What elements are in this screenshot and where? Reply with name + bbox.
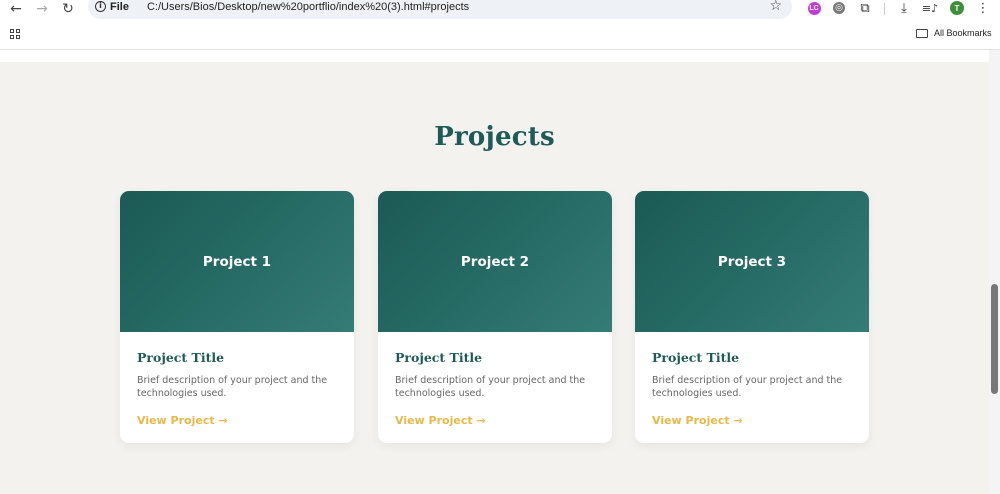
reload-button[interactable]: ↻ (55, 0, 81, 18)
downloads-button[interactable]: ⤓ (896, 0, 912, 16)
project-title: Project Title (652, 350, 740, 365)
project-card[interactable]: Project 1 Project Title Brief descriptio… (120, 191, 354, 443)
scrollbar-thumb[interactable] (991, 284, 998, 394)
project-description: Brief description of your project and th… (652, 375, 843, 399)
info-icon: i (95, 1, 106, 12)
extension-button[interactable]: ◎ (831, 0, 847, 16)
project-title: Project Title (137, 350, 225, 365)
browser-menu-button[interactable]: ⋮ (975, 0, 991, 16)
download-icon: ⤓ (901, 0, 907, 16)
reload-icon: ↻ (62, 1, 74, 17)
project-image: Project 1 (120, 191, 354, 332)
project-card-body: Project Title Brief description of your … (378, 332, 612, 427)
view-project-link[interactable]: View Project → (137, 414, 337, 427)
kebab-menu-icon: ⋮ (976, 0, 990, 16)
section-title: Projects (434, 122, 555, 152)
forward-button[interactable]: → (29, 0, 55, 18)
extension-lc-icon: LC (807, 1, 821, 15)
bookmark-star-icon[interactable]: ☆ (769, 0, 782, 14)
url-text[interactable]: C:/Users/Bios/Desktop/new%20portflio/ind… (147, 1, 469, 13)
project-description: Brief description of your project and th… (137, 375, 328, 399)
project-card-body: Project Title Brief description of your … (120, 332, 354, 427)
all-bookmarks-button[interactable]: All Bookmarks (916, 28, 992, 38)
project-image: Project 2 (378, 191, 612, 332)
project-image-label: Project 3 (717, 253, 787, 270)
apps-grid-icon[interactable] (10, 29, 20, 39)
puzzle-icon: ⧉ (860, 0, 870, 16)
project-card[interactable]: Project 3 Project Title Brief descriptio… (635, 191, 869, 443)
site-info-label: File (110, 0, 129, 13)
view-project-link[interactable]: View Project → (395, 414, 595, 427)
avatar: T (950, 1, 964, 15)
extension-circle-icon: ◎ (833, 2, 845, 14)
all-bookmarks-label: All Bookmarks (934, 28, 992, 38)
project-image-label: Project 2 (460, 253, 530, 270)
toolbar-border (0, 49, 1000, 50)
project-title: Project Title (395, 350, 483, 365)
browser-toolbar: ← → ↻ i File C:/Users/Bios/Desktop/new%2… (0, 0, 1000, 19)
view-project-link[interactable]: View Project → (652, 414, 852, 427)
project-image: Project 3 (635, 191, 869, 332)
extensions-puzzle-button[interactable]: ⧉ (857, 0, 873, 16)
folder-icon (916, 28, 928, 38)
project-description: Brief description of your project and th… (395, 375, 586, 399)
page-scrollbar[interactable] (989, 50, 1000, 494)
arrow-left-icon: ← (10, 1, 22, 17)
project-image-label: Project 1 (202, 253, 272, 270)
project-card[interactable]: Project 2 Project Title Brief descriptio… (378, 191, 612, 443)
toolbar-divider (884, 3, 885, 15)
media-control-button[interactable]: ≡♪ (922, 0, 938, 16)
site-info-button[interactable]: i File (95, 0, 135, 16)
projects-section: Projects Project 1 Project Title Brief d… (0, 62, 989, 494)
project-card-body: Project Title Brief description of your … (635, 332, 869, 427)
media-queue-icon: ≡♪ (921, 1, 939, 15)
profile-button[interactable]: T (949, 0, 965, 16)
address-bar[interactable]: i File C:/Users/Bios/Desktop/new%20portf… (88, 0, 792, 19)
arrow-right-icon: → (36, 1, 48, 17)
extension-lc-button[interactable]: LC (806, 0, 822, 16)
bookmarks-bar: All Bookmarks (0, 26, 1000, 44)
back-button[interactable]: ← (3, 0, 29, 18)
